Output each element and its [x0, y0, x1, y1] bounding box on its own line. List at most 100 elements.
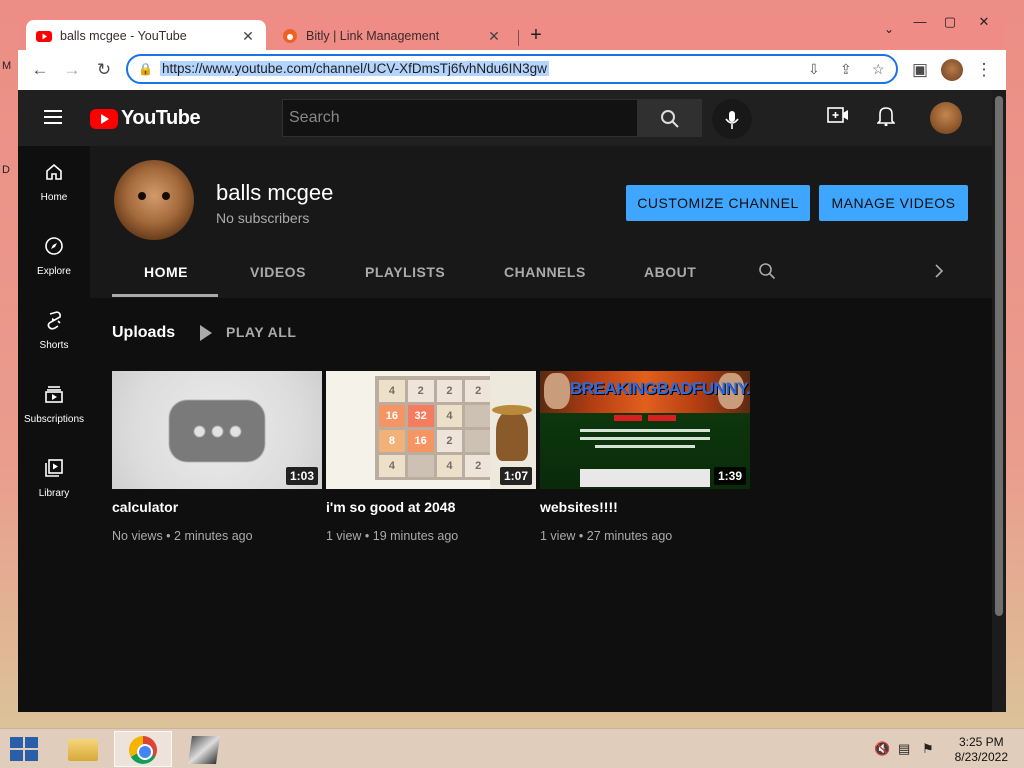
video-thumbnail[interactable]: BREAKINGBADFUNNY.COM 1:39: [540, 371, 750, 489]
install-icon[interactable]: ⇩: [808, 61, 820, 78]
video-title[interactable]: calculator: [112, 499, 322, 515]
address-bar[interactable]: 🔒 https://www.youtube.com/channel/UCV-Xf…: [126, 54, 898, 84]
customize-channel-button[interactable]: CUSTOMIZE CHANNEL: [626, 185, 810, 221]
maximize-icon[interactable]: ▢: [934, 14, 966, 32]
game-tile: 4: [379, 455, 405, 477]
game-tile: 16: [407, 430, 434, 452]
video-thumbnail[interactable]: 4 2 2 2 16 32 4 8 16 2 4 4 2 1:07: [326, 371, 536, 489]
page-scrollbar[interactable]: [992, 90, 1006, 712]
folder-icon: [68, 739, 98, 761]
youtube-header: YouTube Search: [18, 90, 992, 146]
channel-header: balls mcgee No subscribers CUSTOMIZE CHA…: [90, 146, 992, 298]
sidebar-item-shorts[interactable]: Shorts: [18, 310, 90, 351]
video-card[interactable]: 4 2 2 2 16 32 4 8 16 2 4 4 2 1:07 i'm so good at 204…: [326, 371, 536, 543]
game-tile: 4: [436, 405, 463, 427]
voice-search-button[interactable]: [712, 99, 752, 139]
tab-bitly[interactable]: Bitly | Link Management ✕: [272, 20, 512, 52]
reload-icon[interactable]: ↻: [92, 58, 116, 82]
taskbar-file-explorer[interactable]: [54, 731, 112, 767]
channel-search-icon[interactable]: [758, 262, 776, 285]
sidebar-item-home[interactable]: Home: [18, 162, 90, 203]
desktop-icon-fragment: M: [2, 60, 12, 72]
forward-icon[interactable]: →: [60, 58, 84, 82]
video-card[interactable]: BREAKINGBADFUNNY.COM 1:39 websites!!!! 1…: [540, 371, 750, 543]
video-card[interactable]: 1:03 calculator No views • 2 minutes ago: [112, 371, 322, 543]
share-icon[interactable]: ⇪: [840, 61, 852, 78]
game-tile: 2: [465, 380, 491, 402]
game-2048-board: 4 2 2 2 16 32 4 8 16 2 4 4 2: [375, 376, 495, 480]
active-tab-indicator: [112, 294, 218, 297]
game-tile: 4: [436, 455, 463, 477]
sidebar-item-label: Home: [40, 192, 68, 203]
play-all-button[interactable]: PLAY ALL: [200, 324, 297, 342]
face-image: [544, 373, 570, 409]
chevron-right-icon[interactable]: [932, 262, 946, 285]
uploads-title[interactable]: Uploads: [112, 324, 175, 342]
tab-title: balls mcgee - YouTube: [60, 29, 187, 43]
logo-text: YouTube: [121, 107, 201, 129]
network-icon[interactable]: ▤: [898, 741, 910, 757]
youtube-logo[interactable]: YouTube: [90, 107, 201, 130]
url-text[interactable]: https://www.youtube.com/channel/UCV-XfDm…: [160, 61, 549, 76]
notifications-bell-icon[interactable]: [874, 106, 898, 131]
account-avatar[interactable]: [930, 102, 962, 134]
video-title[interactable]: websites!!!!: [540, 499, 750, 515]
tab-home[interactable]: HOME: [144, 264, 188, 280]
bookmark-star-icon[interactable]: ☆: [872, 61, 885, 78]
video-title[interactable]: i'm so good at 2048: [326, 499, 536, 515]
tab-channels[interactable]: CHANNELS: [504, 264, 586, 280]
search-button[interactable]: [638, 99, 702, 137]
lock-icon: 🔒: [138, 62, 153, 76]
uploads-section: Uploads PLAY ALL 1:03 calculator No view…: [90, 298, 992, 712]
video-meta: No views • 2 minutes ago: [112, 529, 253, 543]
tab-videos[interactable]: VIDEOS: [250, 264, 306, 280]
manage-videos-button[interactable]: MANAGE VIDEOS: [819, 185, 968, 221]
game-tile: 2: [465, 455, 491, 477]
chat-bubble-icon: [169, 400, 265, 462]
taskbar-app[interactable]: [174, 731, 232, 767]
sidebar-item-explore[interactable]: Explore: [18, 236, 90, 277]
game-tile: [465, 430, 491, 452]
close-tab-icon[interactable]: ✕: [486, 28, 502, 45]
chrome-icon: [129, 736, 157, 764]
system-clock[interactable]: 3:25 PM 8/23/2022: [955, 735, 1008, 765]
create-video-icon[interactable]: [826, 106, 850, 129]
search-input[interactable]: Search: [282, 99, 638, 137]
tab-separator: [518, 30, 519, 46]
sidebar-item-subscriptions[interactable]: Subscriptions: [18, 384, 90, 425]
browser-frame: balls mcgee - YouTube ✕ Bitly | Link Man…: [18, 14, 1006, 90]
tab-search-icon[interactable]: ⌄: [884, 22, 894, 36]
new-tab-button[interactable]: +: [524, 24, 548, 47]
channel-name: balls mcgee: [216, 180, 334, 205]
thumbnail-banner-text: BREAKINGBADFUNNY.COM: [570, 379, 750, 398]
tab-playlists[interactable]: PLAYLISTS: [365, 264, 445, 280]
tab-title: Bitly | Link Management: [306, 29, 440, 43]
subscriptions-icon: [18, 384, 90, 408]
volume-muted-icon[interactable]: 🔇: [874, 741, 890, 757]
taskbar-chrome[interactable]: [114, 731, 172, 767]
shorts-icon: [18, 310, 90, 334]
play-all-label: PLAY ALL: [226, 324, 297, 340]
home-icon: [18, 162, 90, 186]
action-center-flag-icon[interactable]: ⚑: [922, 741, 934, 757]
side-panel-icon[interactable]: ▣: [908, 58, 932, 82]
video-thumbnail[interactable]: 1:03: [112, 371, 322, 489]
minimize-icon[interactable]: —: [904, 14, 936, 32]
close-tab-icon[interactable]: ✕: [240, 28, 256, 45]
youtube-sidebar: Home Explore Shorts Subscriptions Librar…: [18, 146, 90, 712]
hamburger-menu-icon[interactable]: [44, 110, 62, 124]
channel-avatar[interactable]: [114, 160, 194, 240]
channel-tabs: HOME VIDEOS PLAYLISTS CHANNELS ABOUT: [90, 250, 992, 298]
sidebar-item-label: Subscriptions: [23, 414, 85, 425]
scrollbar-thumb[interactable]: [995, 96, 1003, 616]
menu-kebab-icon[interactable]: ⋮: [972, 58, 996, 82]
sidebar-item-library[interactable]: Library: [18, 458, 90, 499]
profile-avatar-icon[interactable]: [941, 59, 963, 81]
tab-about[interactable]: ABOUT: [644, 264, 696, 280]
tab-strip: balls mcgee - YouTube ✕ Bitly | Link Man…: [26, 20, 1006, 52]
back-icon[interactable]: ←: [28, 58, 52, 82]
tab-youtube[interactable]: balls mcgee - YouTube ✕: [26, 20, 266, 52]
windows-start-icon[interactable]: [10, 737, 38, 761]
close-window-icon[interactable]: ✕: [968, 14, 1000, 32]
game-tile: [407, 455, 434, 477]
